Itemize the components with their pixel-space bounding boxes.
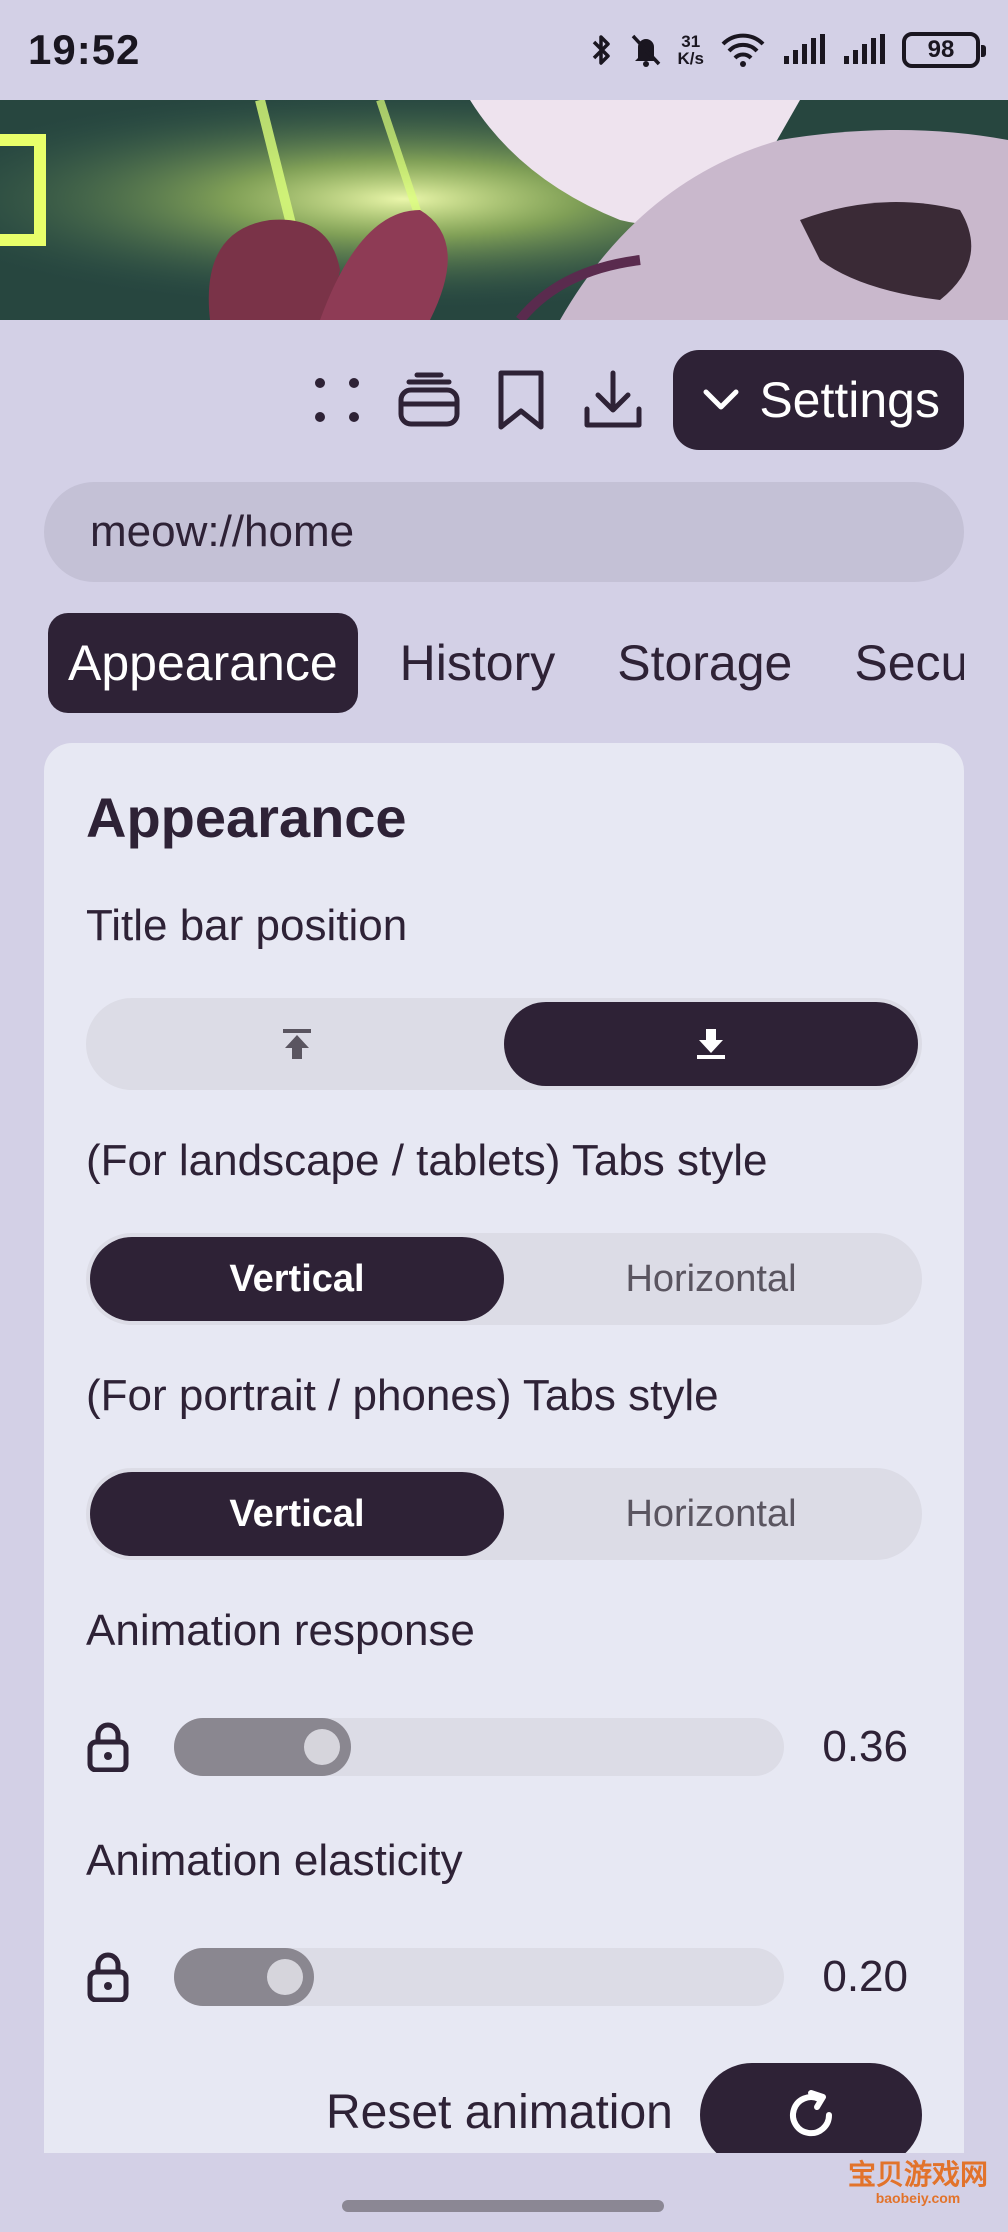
bookmark-icon[interactable]	[489, 368, 553, 432]
tab-history[interactable]: History	[380, 613, 576, 713]
lock-icon[interactable]	[86, 1722, 156, 1772]
title-bar-position-label: Title bar position	[86, 901, 408, 950]
animation-elasticity-label: Animation elasticity	[86, 1836, 463, 1885]
animation-response-label: Animation response	[86, 1606, 475, 1655]
settings-button[interactable]: Settings	[673, 350, 964, 450]
tabs-stack-icon[interactable]	[397, 368, 461, 432]
status-bar: 19:52 31 K/s 98	[0, 0, 1008, 100]
url-bar[interactable]: meow://home	[44, 482, 964, 582]
signal-icon	[844, 34, 885, 64]
battery-level: 98	[927, 36, 955, 63]
card-title: Appearance	[86, 786, 407, 849]
wifi-icon	[721, 33, 765, 67]
title-bar-bottom-option[interactable]	[504, 1002, 918, 1086]
refresh-icon	[790, 2090, 833, 2137]
watermark-sub: baobeiy.com	[875, 2190, 961, 2206]
portrait-vertical-option[interactable]: Vertical	[90, 1472, 504, 1556]
animation-response-row: 0.36	[86, 1712, 922, 1782]
tab-security[interactable]: Security	[834, 613, 964, 713]
mute-icon	[631, 34, 660, 67]
status-time: 19:52	[28, 26, 141, 73]
tab-storage[interactable]: Storage	[597, 613, 812, 713]
settings-tabs: Appearance History Storage Security	[48, 613, 964, 713]
status-icons: 31 K/s 98	[590, 32, 986, 68]
animation-response-value: 0.36	[822, 1722, 908, 1771]
align-bottom-icon	[697, 1029, 725, 1059]
net-speed-unit: K/s	[677, 49, 704, 68]
bluetooth-icon	[592, 35, 610, 65]
landscape-vertical-option[interactable]: Vertical	[90, 1237, 504, 1321]
net-speed: 31 K/s	[678, 33, 704, 67]
animation-elasticity-row: 0.20	[86, 1942, 922, 2012]
signal-icon	[784, 34, 825, 64]
net-speed-value: 31	[681, 32, 701, 51]
settings-label: Settings	[759, 372, 940, 428]
align-top-icon	[283, 1029, 311, 1059]
battery-icon: 98	[902, 32, 986, 68]
title-bar-position-toggle	[86, 998, 922, 1090]
header-banner-image	[0, 100, 1008, 320]
lock-icon[interactable]	[86, 1952, 156, 2002]
download-icon[interactable]	[581, 368, 645, 432]
watermark-text: 宝贝游戏网	[847, 2159, 988, 2190]
animation-response-slider[interactable]	[174, 1718, 784, 1776]
landscape-tabs-style-toggle: Vertical Horizontal	[86, 1233, 922, 1325]
appearance-card: Appearance Title bar position (For lands…	[44, 743, 964, 2153]
landscape-tabs-style-label: (For landscape / tablets) Tabs style	[86, 1136, 768, 1185]
home-indicator[interactable]	[342, 2200, 664, 2212]
reset-animation-label: Reset animation	[326, 2086, 673, 2139]
title-bar-top-option[interactable]	[90, 1002, 504, 1086]
portrait-horizontal-option[interactable]: Horizontal	[504, 1472, 918, 1556]
animation-elasticity-slider[interactable]	[174, 1948, 784, 2006]
tab-appearance[interactable]: Appearance	[48, 613, 358, 713]
slider-knob[interactable]	[304, 1729, 340, 1765]
animation-elasticity-value: 0.20	[822, 1952, 908, 2001]
watermark: 宝贝游戏网 baobeiy.com	[847, 2159, 988, 2207]
url-text[interactable]: meow://home	[90, 507, 354, 557]
chevron-down-icon	[703, 389, 739, 410]
portrait-tabs-style-toggle: Vertical Horizontal	[86, 1468, 922, 1560]
slider-knob[interactable]	[267, 1959, 303, 1995]
landscape-horizontal-option[interactable]: Horizontal	[504, 1237, 918, 1321]
drag-handle-icon[interactable]	[305, 368, 369, 432]
reset-animation-row: Reset animation	[44, 2063, 964, 2153]
reset-animation-button[interactable]	[700, 2063, 922, 2153]
portrait-tabs-style-label: (For portrait / phones) Tabs style	[86, 1371, 719, 1420]
toolbar: Settings	[305, 350, 964, 450]
